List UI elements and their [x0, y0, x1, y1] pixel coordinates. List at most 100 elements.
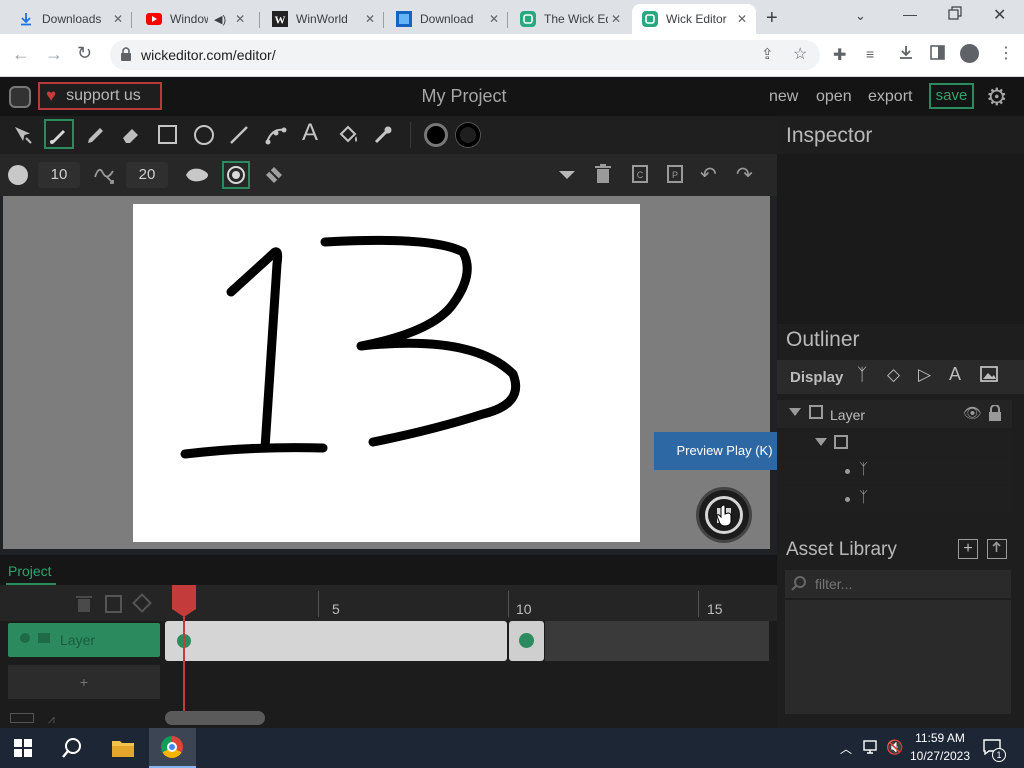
text-tool-icon[interactable]: A — [302, 119, 318, 147]
delete-icon[interactable] — [594, 164, 612, 184]
layer-row[interactable]: Layer — [8, 623, 160, 657]
upload-asset-button[interactable] — [987, 539, 1007, 559]
project-tab[interactable]: Project — [8, 563, 52, 579]
rectangle-tool-icon[interactable] — [158, 125, 177, 144]
close-tab-icon[interactable]: ✕ — [232, 12, 248, 26]
eye-icon[interactable]: 👁 — [963, 404, 982, 422]
timeline-scrollbar[interactable] — [165, 711, 265, 725]
lock-layer-icon[interactable] — [38, 633, 50, 643]
profile-avatar[interactable] — [960, 44, 979, 63]
lock-icon[interactable] — [988, 405, 1002, 421]
lock-icon[interactable] — [120, 47, 132, 61]
outliner-path-row[interactable]: ᛉ — [777, 486, 1012, 512]
visibility-dot-icon[interactable] — [20, 633, 30, 643]
expand-triangle-icon[interactable] — [815, 438, 827, 446]
stroke-color-swatch[interactable] — [456, 123, 480, 147]
support-us-button[interactable]: ♥ support us — [38, 82, 162, 110]
frame-span-1[interactable] — [165, 621, 507, 661]
fill-bucket-tool-icon[interactable] — [337, 124, 361, 146]
chevron-down-icon[interactable] — [557, 169, 577, 181]
keyframe-dot[interactable] — [519, 633, 534, 648]
pressure-toggle-button[interactable] — [222, 161, 250, 189]
outliner-frame-row[interactable] — [777, 430, 1012, 456]
cursor-tool-icon[interactable] — [12, 124, 34, 146]
export-project-button[interactable]: export — [868, 88, 912, 106]
speaker-icon[interactable]: ◀) — [214, 13, 226, 26]
drawn-strokes[interactable] — [133, 204, 640, 542]
media-control-icon[interactable]: ≡ — [866, 46, 874, 62]
empty-frames[interactable] — [545, 621, 769, 661]
volume-muted-icon[interactable]: 🔇 — [886, 739, 903, 756]
stage-area[interactable] — [3, 196, 770, 549]
browser-tab-wick-editor[interactable]: Wick Editor ✕ — [632, 4, 756, 34]
wick-logo[interactable] — [9, 86, 31, 108]
windows-start-icon[interactable] — [14, 739, 32, 757]
browser-tab-winworld[interactable]: W WinWorld ✕ — [262, 4, 384, 34]
forward-icon[interactable]: → — [45, 44, 63, 65]
add-layer-button[interactable]: + — [8, 665, 160, 699]
restore-window-button[interactable] — [948, 6, 962, 20]
paste-icon[interactable]: P — [666, 164, 684, 184]
minimize-window-button[interactable]: — — [903, 6, 917, 22]
new-project-button[interactable]: new — [769, 88, 798, 106]
asset-filter-box[interactable] — [785, 570, 1011, 598]
close-tab-icon[interactable]: ✕ — [110, 12, 126, 26]
undo-icon[interactable]: ↶ — [700, 162, 717, 187]
browser-tab-downloads[interactable]: Downloads ✕ — [8, 4, 132, 34]
display-label[interactable]: Display — [790, 369, 843, 386]
outliner-layer-row[interactable]: Layer 👁 — [777, 400, 1012, 428]
tween-icon[interactable] — [132, 593, 152, 613]
tray-chevron-up-icon[interactable]: ︿ — [840, 740, 852, 757]
back-icon[interactable]: ← — [12, 44, 30, 65]
redo-icon[interactable]: ↷ — [736, 162, 753, 187]
eyedropper-tool-icon[interactable] — [372, 124, 394, 146]
wand-mode-icon[interactable] — [262, 163, 286, 187]
path-tool-icon[interactable] — [264, 124, 288, 146]
delete-layer-icon[interactable] — [76, 595, 92, 613]
line-tool-icon[interactable] — [228, 124, 250, 146]
search-icon[interactable] — [61, 737, 83, 759]
copy-icon[interactable]: C — [631, 164, 649, 184]
reload-icon[interactable]: ↻ — [77, 43, 92, 64]
bookmark-star-icon[interactable]: ☆ — [793, 44, 807, 64]
layer-name[interactable]: Layer — [60, 632, 95, 648]
image-filter-icon[interactable] — [980, 366, 998, 382]
extensions-icon[interactable]: ✚ — [833, 45, 846, 65]
tab-search-chevron-icon[interactable]: ⌄ — [855, 8, 866, 24]
save-button[interactable]: save — [929, 83, 974, 109]
path-filter-icon[interactable]: ᛉ — [857, 365, 867, 385]
url-text[interactable]: wickeditor.com/editor/ — [141, 47, 276, 63]
project-title[interactable]: My Project — [340, 86, 588, 107]
drawing-canvas[interactable] — [133, 204, 640, 542]
asset-filter-input[interactable] — [815, 574, 995, 594]
frame-span-2[interactable] — [509, 621, 544, 661]
add-frame-icon[interactable] — [105, 595, 122, 613]
downloads-toolbar-icon[interactable] — [898, 44, 914, 60]
add-asset-button[interactable]: + — [958, 539, 978, 559]
chrome-menu-icon[interactable]: ⋮ — [998, 43, 1014, 63]
browser-tab-wick-editor-site[interactable]: The Wick Editor ✕ — [510, 4, 630, 34]
waveform-icon[interactable]: ⩘ — [48, 712, 55, 727]
open-project-button[interactable]: open — [816, 88, 852, 106]
expand-triangle-icon[interactable] — [789, 408, 801, 416]
brush-mode-icon[interactable] — [184, 166, 210, 184]
share-icon[interactable]: ⇪ — [761, 45, 774, 63]
fill-color-swatch[interactable] — [424, 123, 448, 147]
side-panel-icon[interactable] — [930, 45, 945, 60]
brush-size-input[interactable]: 10 — [38, 162, 80, 188]
close-tab-icon[interactable]: ✕ — [486, 12, 502, 26]
browser-tab-download[interactable]: Download ✕ — [386, 4, 508, 34]
close-tab-icon[interactable]: ✕ — [734, 12, 750, 26]
address-bar[interactable]: wickeditor.com/editor/ ⇪ ☆ — [110, 40, 820, 70]
film-strip-icon[interactable] — [10, 713, 34, 723]
frame-ruler[interactable]: 5 10 15 — [0, 585, 777, 621]
eraser-tool-icon[interactable] — [120, 124, 142, 146]
text-filter-icon[interactable]: A — [949, 364, 961, 385]
smoothness-input[interactable]: 20 — [126, 162, 168, 188]
settings-gear-icon[interactable]: ⚙ — [986, 83, 1008, 112]
close-tab-icon[interactable]: ✕ — [362, 12, 378, 26]
pencil-tool-icon[interactable] — [85, 124, 107, 146]
chrome-taskbar-button[interactable] — [149, 728, 196, 768]
new-tab-button[interactable]: + — [766, 7, 778, 30]
button-filter-icon[interactable]: ▷ — [918, 365, 931, 385]
